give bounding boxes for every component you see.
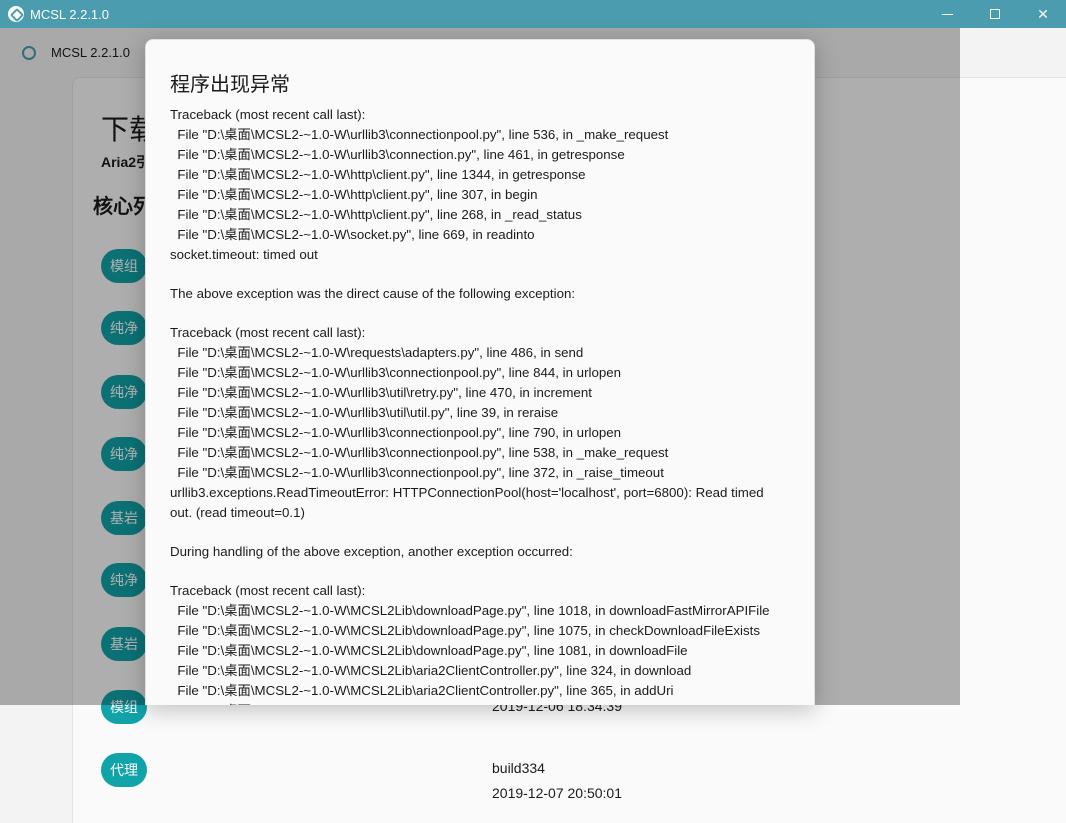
traceback-line: During handling of the above exception, … (170, 544, 573, 559)
traceback-line: urllib3.exceptions.ReadTimeoutError: HTT… (170, 485, 764, 500)
close-button[interactable]: ✕ (1020, 0, 1066, 28)
traceback-line: File "D:\桌面\MCSL2-~1.0-W\http\client.py"… (170, 167, 586, 182)
traceback-line: File "D:\桌面\MCSL2-~1.0-W\http\client.py"… (170, 187, 538, 202)
traceback-line (170, 304, 800, 323)
traceback-line: File "D:\桌面\MCSL2-~1.0-W\urllib3\connect… (170, 465, 664, 480)
traceback-line: File "D:\桌面\MCSL2-~1.0-W\urllib3\util\ut… (170, 405, 559, 420)
traceback-line: Traceback (most recent call last): (170, 107, 366, 122)
traceback-line: The above exception was the direct cause… (170, 286, 576, 301)
minimize-icon (941, 13, 953, 15)
app-logo-icon (8, 6, 24, 22)
build-date: 2019-12-07 20:50:01 (492, 785, 622, 801)
maximize-button[interactable] (972, 0, 1018, 28)
traceback-line: Traceback (most recent call last): (170, 325, 366, 340)
traceback-line: File "D:\桌面\MCSL2-~1.0-W\urllib3\util\re… (170, 385, 592, 400)
traceback-line: File "D:\桌面\MCSL2-~1.0-W\urllib3\connect… (170, 445, 669, 460)
traceback-line: File "D:\桌面\MCSL2-~1.0-W\MCSL2Lib\aria2C… (170, 683, 674, 698)
traceback-line: File "D:\桌面\MCSL2-~1.0-W\urllib3\connect… (170, 365, 622, 380)
traceback-line (170, 523, 800, 542)
traceback-line: File "D:\桌面\MCSL2-~1.0-W\urllib3\connect… (170, 425, 622, 440)
traceback-line: File "D:\桌面\MCSL2-~1.0-W\MCSL2Lib\downlo… (170, 623, 760, 638)
traceback-line: File "D:\桌面\MCSL2-~1.0-W\http\client.py"… (170, 207, 582, 222)
maximize-icon (990, 9, 1000, 19)
traceback-line (170, 562, 800, 581)
dialog-title: 程序出现异常 (170, 74, 290, 96)
traceback-line: File "D:\桌面\MCSL2-~1.0-W\MCSL2Lib\downlo… (170, 643, 688, 658)
traceback-line: File "D:\桌面\MCSL2-~1.0-W\urllib3\connect… (170, 147, 625, 162)
traceback-line: File "D:\桌面\MCSL2-~1.0-W\urllib3\connect… (170, 127, 669, 142)
traceback-line: File "D:\桌面\MCSL2-~1.0-W\MCSL2Lib\aria2C… (170, 663, 692, 678)
traceback-line: File "D:\桌面\MCSL2-~1.0-W\aria2p\api.py",… (170, 701, 800, 705)
traceback-line (170, 265, 800, 284)
traceback-text: Traceback (most recent call last): File … (170, 105, 800, 705)
traceback-line: Traceback (most recent call last): (170, 583, 366, 598)
traceback-line: socket.timeout: timed out (170, 247, 318, 262)
traceback-line: out. (read timeout=0.1) (170, 505, 305, 520)
traceback-line: File "D:\桌面\MCSL2-~1.0-W\MCSL2Lib\downlo… (170, 603, 770, 618)
exception-dialog: 程序出现异常 Traceback (most recent call last)… (145, 39, 815, 705)
title-bar: MCSL 2.2.1.0 ✕ (0, 0, 1066, 28)
traceback-line: File "D:\桌面\MCSL2-~1.0-W\socket.py", lin… (170, 227, 535, 242)
core-tag[interactable]: 代理 (101, 753, 147, 787)
build-version: build334 (492, 760, 545, 776)
close-icon: ✕ (1037, 5, 1049, 22)
traceback-line: File "D:\桌面\MCSL2-~1.0-W\requests\adapte… (170, 345, 584, 360)
window-title: MCSL 2.2.1.0 (30, 6, 110, 22)
minimize-button[interactable] (924, 0, 970, 28)
